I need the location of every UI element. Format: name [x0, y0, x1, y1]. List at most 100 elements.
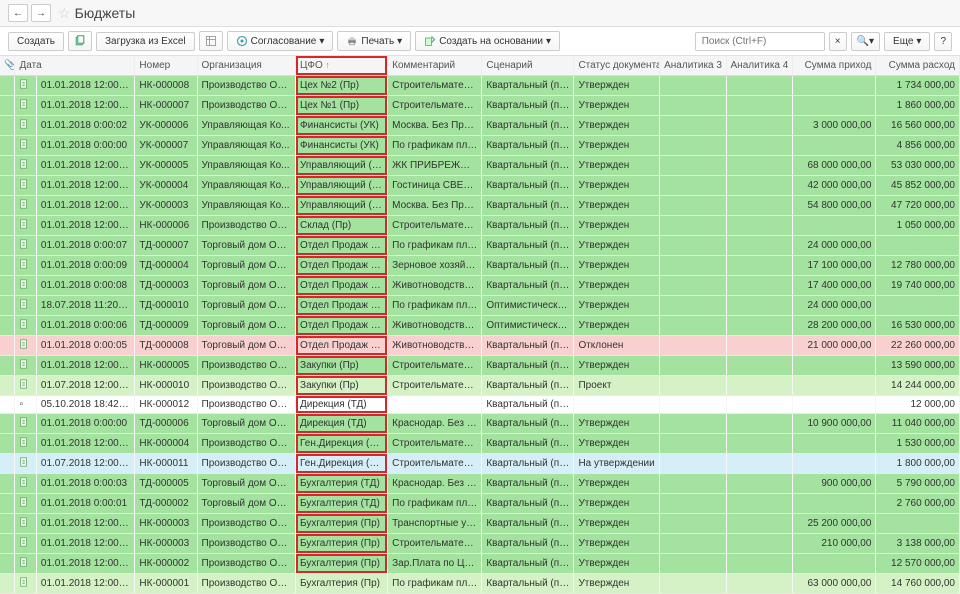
help-button[interactable]: ? [934, 32, 952, 51]
table-row[interactable]: 01.07.2018 12:00:00НК-000010Производство… [0, 376, 960, 396]
more-label: Еще [893, 36, 913, 47]
forward-button[interactable]: → [31, 4, 51, 22]
template-button[interactable] [199, 31, 223, 51]
table-row[interactable]: 01.01.2018 12:00:04УК-000005Управляющая … [0, 156, 960, 176]
search-clear-button[interactable]: × [829, 32, 847, 51]
cell-clip [0, 256, 15, 276]
cell-clip [0, 554, 15, 574]
col-date[interactable]: Дата [15, 56, 135, 76]
table-row[interactable]: 01.01.2018 0:00:00УК-000007Управляющая К… [0, 136, 960, 156]
col-sumin[interactable]: Сумма приход [792, 56, 876, 76]
cell-comment: Транспортные ус... [388, 514, 482, 534]
cell-date: 18.07.2018 11:20:44 [36, 296, 135, 316]
cell-sumout [876, 514, 960, 534]
col-an4[interactable]: Аналитика 4 [726, 56, 792, 76]
approve-button[interactable]: Согласование ▾ [227, 31, 334, 51]
cell-date: 01.01.2018 0:00:08 [36, 276, 135, 296]
cell-number: НК-000008 [135, 76, 197, 96]
cell-status [574, 396, 660, 414]
table-row[interactable]: 01.01.2018 12:00:08НК-000001Производство… [0, 574, 960, 594]
col-status[interactable]: Статус документа [574, 56, 660, 76]
cell-an4 [726, 454, 792, 474]
table-row[interactable]: 01.01.2018 0:00:05ТД-000008Торговый дом … [0, 336, 960, 356]
cell-an3 [660, 116, 726, 136]
table-row[interactable]: 01.01.2018 0:00:03ТД-000005Торговый дом … [0, 474, 960, 494]
table-row[interactable]: 01.07.2018 12:00:01НК-000011Производство… [0, 454, 960, 474]
toolbar: Создать Загрузка из Excel Согласование ▾… [0, 27, 960, 56]
cell-an3 [660, 176, 726, 196]
cell-clip [0, 176, 15, 196]
table-row[interactable]: 01.01.2018 0:00:08ТД-000003Торговый дом … [0, 276, 960, 296]
col-an3[interactable]: Аналитика 3 [660, 56, 726, 76]
col-number[interactable]: Номер [135, 56, 197, 76]
cell-clip [0, 356, 15, 376]
table-row[interactable]: 01.01.2018 12:00:10НК-000003Производство… [0, 534, 960, 554]
col-comment[interactable]: Комментарий [388, 56, 482, 76]
col-clip[interactable]: 📎 [0, 56, 15, 76]
search-input[interactable] [695, 32, 825, 51]
create-based-label: Создать на основании [439, 36, 543, 47]
cell-an3 [660, 356, 726, 376]
table-row[interactable]: 01.01.2018 12:00:03УК-000004Управляющая … [0, 176, 960, 196]
col-scenario[interactable]: Сценарий [482, 56, 574, 76]
back-button[interactable]: ← [8, 4, 28, 22]
table-row[interactable]: 01.01.2018 12:00:12НК-000005Производство… [0, 356, 960, 376]
col-sumout[interactable]: Сумма расход [876, 56, 960, 76]
cell-clip [0, 116, 15, 136]
table-row[interactable]: 01.01.2018 12:00:13НК-000006Производство… [0, 216, 960, 236]
cell-sumout: 19 740 000,00 [876, 276, 960, 296]
cell-status: Утвержден [574, 236, 660, 256]
favorite-icon[interactable]: ☆ [58, 5, 71, 22]
cell-number: НК-000001 [135, 574, 197, 594]
table-row[interactable]: 01.01.2018 12:00:11НК-000004Производство… [0, 434, 960, 454]
table-row[interactable]: 01.01.2018 0:00:06ТД-000009Торговый дом … [0, 316, 960, 336]
cell-org: Производство ООО [197, 76, 296, 96]
table-row[interactable]: 01.01.2018 0:00:02УК-000006Управляющая К… [0, 116, 960, 136]
table-row[interactable]: 01.01.2018 0:00:07ТД-000007Торговый дом … [0, 236, 960, 256]
cell-status: Утвержден [574, 296, 660, 316]
table-row[interactable]: 01.01.2018 12:00:15НК-000008Производство… [0, 76, 960, 96]
cell-status: Утвержден [574, 276, 660, 296]
cell-an4 [726, 176, 792, 196]
col-cfo[interactable]: ЦФО [296, 56, 388, 76]
cell-number: НК-000002 [135, 554, 197, 574]
cell-sumout: 1 800 000,00 [876, 454, 960, 474]
cell-comment: Животноводство ... [388, 336, 482, 356]
cell-number: ТД-000007 [135, 236, 197, 256]
cell-sumin: 900 000,00 [792, 474, 876, 494]
cell-clip [0, 156, 15, 176]
cell-sumin: 54 800 000,00 [792, 196, 876, 216]
cell-scenario: Квартальный (по ... [482, 136, 574, 156]
table-row[interactable]: 01.01.2018 12:00:14НК-000007Производство… [0, 96, 960, 116]
table-row[interactable]: 01.01.2018 12:00:10НК-000003Производство… [0, 514, 960, 534]
print-button[interactable]: Печать ▾ [337, 31, 411, 51]
cell-sumout: 12 570 000,00 [876, 554, 960, 574]
cell-clip [0, 96, 15, 116]
excel-button[interactable]: Загрузка из Excel [96, 32, 195, 51]
table-row[interactable]: ▫05.10.2018 18:42:38НК-000012Производств… [0, 396, 960, 414]
table-row[interactable]: 18.07.2018 11:20:44ТД-000010Торговый дом… [0, 296, 960, 316]
cell-sumout: 1 860 000,00 [876, 96, 960, 116]
table-row[interactable]: 01.01.2018 12:00:02УК-000003Управляющая … [0, 196, 960, 216]
table-row[interactable]: 01.01.2018 12:00:09НК-000002Производство… [0, 554, 960, 574]
more-button[interactable]: Еще ▾ [884, 32, 930, 51]
cell-status: На утверждении [574, 454, 660, 474]
col-org[interactable]: Организация [197, 56, 296, 76]
cell-cfo: Дирекция (ТД) [296, 396, 388, 414]
table-row[interactable]: 01.01.2018 0:00:00ТД-000006Торговый дом … [0, 414, 960, 434]
cell-sumin [792, 376, 876, 396]
cell-org: Торговый дом ООО [197, 256, 296, 276]
cell-an4 [726, 474, 792, 494]
table-row[interactable]: 01.01.2018 0:00:09ТД-000004Торговый дом … [0, 256, 960, 276]
advanced-search-button[interactable]: 🔍▾ [851, 32, 880, 51]
cell-scenario: Квартальный (по ... [482, 336, 574, 356]
cell-sumout: 16 560 000,00 [876, 116, 960, 136]
copy-button[interactable] [68, 31, 92, 51]
create-button[interactable]: Создать [8, 32, 64, 51]
cell-clip [0, 276, 15, 296]
cell-sumin [792, 454, 876, 474]
create-based-button[interactable]: Создать на основании ▾ [415, 31, 560, 51]
cell-comment: Краснодар. Без П... [388, 414, 482, 434]
cell-sumout: 3 138 000,00 [876, 534, 960, 554]
cell-date: 01.01.2018 0:00:05 [36, 336, 135, 356]
